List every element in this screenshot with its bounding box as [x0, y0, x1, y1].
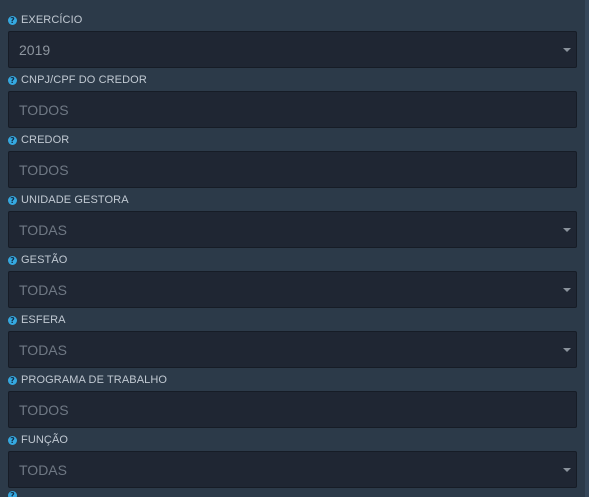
field-esfera: ? ESFERA TODAS [8, 311, 577, 371]
unidade-gestora-label: UNIDADE GESTORA [21, 194, 129, 206]
help-icon[interactable]: ? [8, 435, 17, 445]
field-label: ? FUNÇÃO [8, 431, 577, 449]
esfera-select[interactable]: TODAS [8, 331, 577, 368]
unidade-gestora-select[interactable]: TODAS [8, 211, 577, 248]
chevron-down-icon [563, 468, 571, 472]
gestao-label: GESTÃO [21, 254, 68, 266]
field-credor: ? CREDOR TODOS [8, 131, 577, 191]
help-icon[interactable]: ? [8, 15, 17, 25]
unidade-gestora-selected-value: TODAS [19, 221, 67, 238]
field-gestao: ? GESTÃO TODAS [8, 251, 577, 311]
field-label: ? CNPJ/CPF DO CREDOR [8, 71, 577, 89]
field-label: ? UNIDADE GESTORA [8, 191, 577, 209]
filter-form: ? EXERCÍCIO 2019 ? CNPJ/CPF DO CREDOR TO… [8, 11, 577, 491]
field-programa-de-trabalho: ? PROGRAMA DE TRABALHO TODOS [8, 371, 577, 431]
exercicio-label: EXERCÍCIO [21, 14, 83, 26]
help-icon[interactable]: ? [8, 375, 17, 385]
programa-de-trabalho-placeholder: TODOS [19, 401, 69, 418]
scrollbar-track[interactable] [585, 0, 589, 497]
exercicio-selected-value: 2019 [19, 41, 51, 58]
programa-de-trabalho-label: PROGRAMA DE TRABALHO [21, 374, 168, 386]
help-icon[interactable]: ? [8, 491, 17, 497]
chevron-down-icon [563, 288, 571, 292]
help-icon[interactable]: ? [8, 255, 17, 265]
chevron-down-icon [563, 228, 571, 232]
field-unidade-gestora: ? UNIDADE GESTORA TODAS [8, 191, 577, 251]
field-label: ? ESFERA [8, 311, 577, 329]
programa-de-trabalho-input[interactable]: TODOS [8, 391, 577, 428]
next-field-label-cutoff: ? [8, 491, 21, 497]
funcao-label: FUNÇÃO [21, 434, 69, 446]
chevron-down-icon [563, 348, 571, 352]
field-label: ? PROGRAMA DE TRABALHO [8, 371, 577, 389]
esfera-selected-value: TODAS [19, 341, 67, 358]
cnpj-cpf-placeholder: TODOS [19, 101, 69, 118]
field-exercicio: ? EXERCÍCIO 2019 [8, 11, 577, 71]
gestao-select[interactable]: TODAS [8, 271, 577, 308]
field-cnpj-cpf: ? CNPJ/CPF DO CREDOR TODOS [8, 71, 577, 131]
help-icon[interactable]: ? [8, 75, 17, 85]
credor-label: CREDOR [21, 134, 70, 146]
gestao-selected-value: TODAS [19, 281, 67, 298]
credor-input[interactable]: TODOS [8, 151, 577, 188]
help-icon[interactable]: ? [8, 195, 17, 205]
esfera-label: ESFERA [21, 314, 66, 326]
credor-placeholder: TODOS [19, 161, 69, 178]
field-label: ? GESTÃO [8, 251, 577, 269]
chevron-down-icon [563, 48, 571, 52]
field-funcao: ? FUNÇÃO TODAS [8, 431, 577, 491]
cnpj-cpf-label: CNPJ/CPF DO CREDOR [21, 74, 147, 86]
funcao-select[interactable]: TODAS [8, 451, 577, 488]
cnpj-cpf-input[interactable]: TODOS [8, 91, 577, 128]
field-label: ? EXERCÍCIO [8, 11, 577, 29]
exercicio-select[interactable]: 2019 [8, 31, 577, 68]
funcao-selected-value: TODAS [19, 461, 67, 478]
help-icon[interactable]: ? [8, 315, 17, 325]
help-icon[interactable]: ? [8, 135, 17, 145]
field-label: ? CREDOR [8, 131, 577, 149]
